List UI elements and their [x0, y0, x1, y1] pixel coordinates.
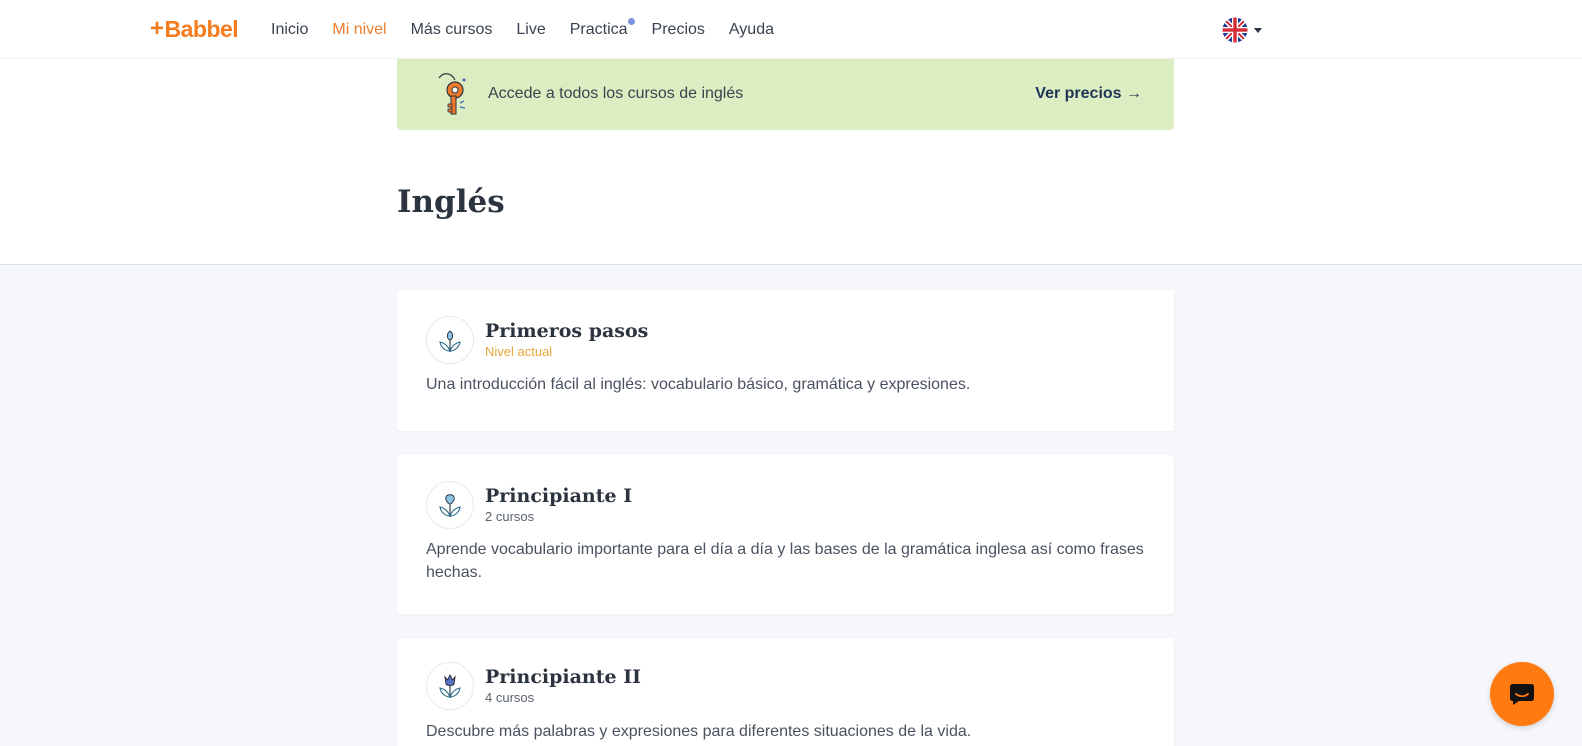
chevron-down-icon [1254, 27, 1262, 33]
level-title: Primeros pasos [485, 320, 649, 342]
sprout-icon [439, 330, 461, 352]
notification-dot [627, 17, 635, 25]
level-badge [426, 481, 474, 529]
sprout-icon [439, 494, 461, 517]
nav-practica[interactable]: Practica [569, 17, 635, 39]
language-selector[interactable] [1222, 17, 1262, 43]
nav-practica-label: Practica [569, 20, 628, 38]
chat-button[interactable] [1490, 662, 1554, 726]
key-icon [438, 73, 466, 115]
logo-text: Babbel [164, 15, 239, 42]
babbel-logo[interactable]: + Babbel [150, 14, 239, 44]
nav-live[interactable]: Live [516, 21, 545, 39]
chat-icon [1510, 684, 1534, 705]
logo-plus: + [150, 15, 164, 42]
level-description: Descubre más palabras y expresiones para… [426, 723, 972, 740]
nav-mi-nivel[interactable]: Mi nivel [332, 21, 386, 39]
level-badge [426, 316, 474, 364]
nav-precios[interactable]: Precios [652, 21, 705, 39]
tulip-icon [439, 673, 461, 698]
nav-inicio[interactable]: Inicio [271, 21, 308, 39]
uk-flag-icon [1222, 17, 1248, 43]
level-card-principiante-1[interactable]: Principiante I 2 cursos Aprende vocabula… [397, 455, 1174, 614]
nav-ayuda[interactable]: Ayuda [729, 21, 774, 39]
level-description: Aprende vocabulario importante para el d… [426, 541, 1144, 581]
top-navigation: + Babbel Inicio Mi nivel Más cursos Live… [0, 0, 1582, 59]
main-nav: Inicio Mi nivel Más cursos Live Practica… [271, 0, 798, 59]
level-card-primeros-pasos[interactable]: Primeros pasos Nivel actual Una introduc… [397, 290, 1174, 431]
level-title: Principiante I [485, 485, 633, 507]
page-title: Inglés [397, 184, 505, 220]
level-badge [426, 662, 474, 710]
course-header: Accede a todos los cursos de inglés Ver … [0, 59, 1582, 265]
view-prices-link[interactable]: Ver precios → [1035, 85, 1142, 103]
promo-banner: Accede a todos los cursos de inglés Ver … [397, 59, 1174, 130]
level-status: Nivel actual [485, 344, 553, 359]
promo-text: Accede a todos los cursos de inglés [488, 85, 744, 102]
level-course-count: 2 cursos [485, 509, 535, 524]
level-description: Una introducción fácil al inglés: vocabu… [426, 376, 971, 393]
nav-mas-cursos[interactable]: Más cursos [411, 21, 493, 39]
level-course-count: 4 cursos [485, 690, 535, 705]
level-card-principiante-2[interactable]: Principiante II 4 cursos Descubre más pa… [397, 638, 1174, 746]
level-title: Principiante II [485, 666, 641, 688]
